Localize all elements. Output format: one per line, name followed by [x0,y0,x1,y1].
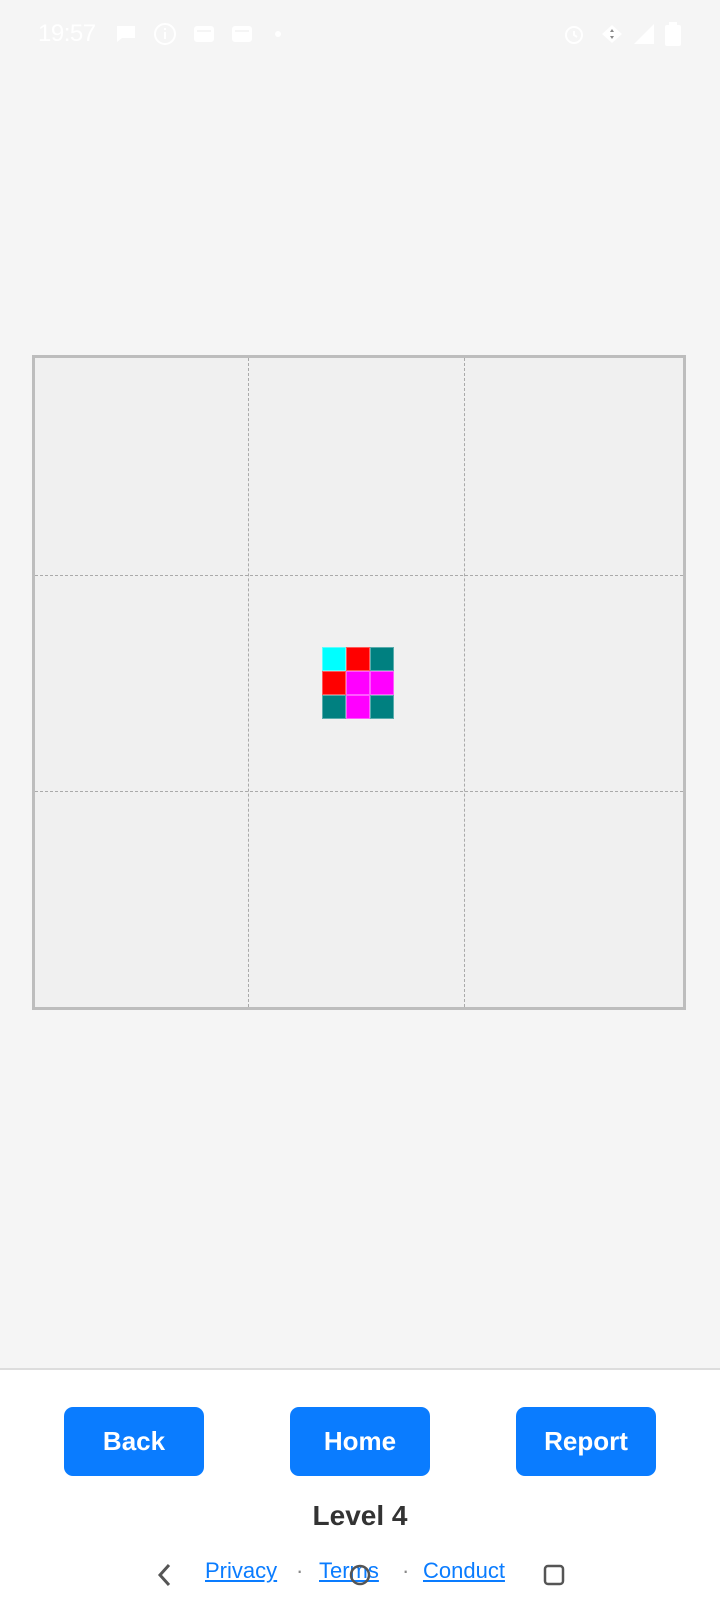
home-nav-icon[interactable] [348,1562,372,1593]
inbox-icon [230,22,254,46]
battery-icon [664,22,688,46]
level-label: Level 4 [312,1500,408,1531]
piece-cell [346,695,370,719]
wifi-icon [600,22,624,46]
piece-cell [370,671,394,695]
alarm-icon [562,22,586,46]
inbox-icon [192,22,216,46]
home-button[interactable]: Home [290,1407,430,1476]
chat-bubble-icon [114,22,138,46]
status-time: 19:57 [38,20,96,47]
footer-links: Privacy · Terms · Conduct [0,1558,720,1598]
piece-cell [346,647,370,671]
piece-cell [346,671,370,695]
game-board[interactable] [32,355,686,1010]
report-button[interactable]: Report [516,1407,656,1476]
piece-cell [322,671,346,695]
back-nav-icon[interactable] [155,1562,175,1593]
grid-divider [35,791,683,792]
piece-cell [370,647,394,671]
dot-icon [272,22,296,46]
grid-divider [35,575,683,576]
footer-separator: · [296,1558,304,1583]
info-icon [153,22,177,46]
footer-separator: · [402,1558,410,1583]
piece-cell [322,647,346,671]
block-piece[interactable] [322,647,394,719]
bottom-panel: Back Home Report Level 4 Privacy · Terms… [0,1368,720,1606]
piece-cell [370,695,394,719]
conduct-link[interactable]: Conduct [423,1558,505,1584]
privacy-link[interactable]: Privacy [205,1558,277,1584]
back-button[interactable]: Back [64,1407,204,1476]
grid-divider [248,358,249,1007]
signal-icon [632,22,656,46]
piece-cell [322,695,346,719]
recents-nav-icon[interactable] [542,1562,566,1593]
grid-divider [464,358,465,1007]
status-bar: 19:57 [0,0,720,70]
